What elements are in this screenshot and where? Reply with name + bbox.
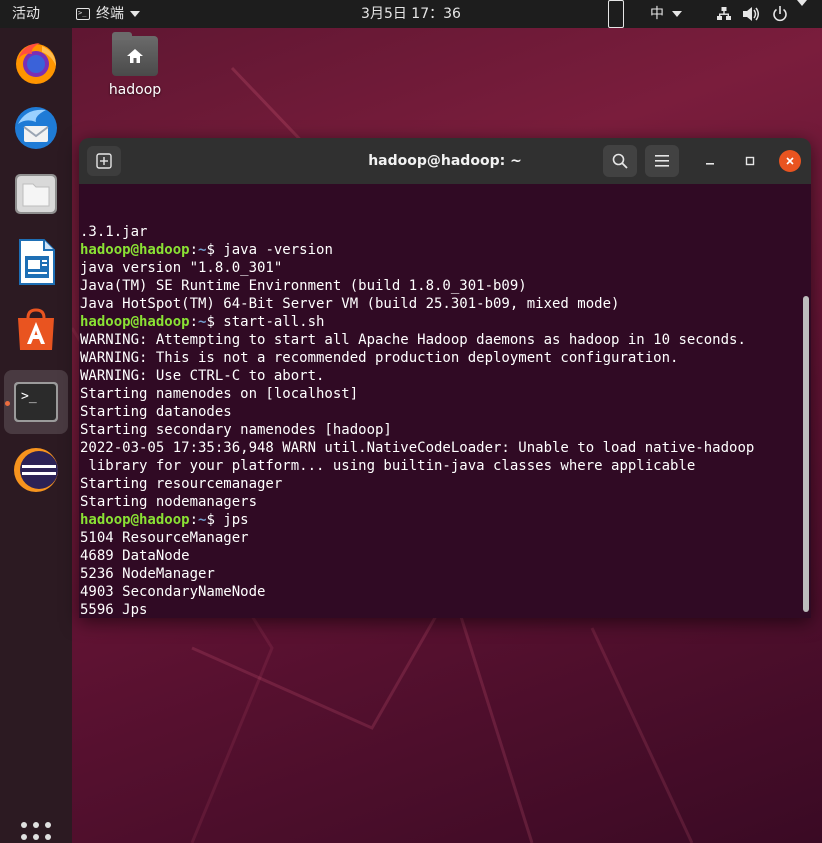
activities-button[interactable]: 活动 [12,0,40,28]
terminal-output[interactable]: .3.1.jar hadoop@hadoop:~$ java -version ja… [79,184,811,618]
terminal-output-line: Starting resourcemanager [80,476,283,492]
app-menu-button[interactable]: >_ 终端 [76,0,140,28]
home-folder-icon [112,32,158,76]
terminal-app-icon: >_ [76,8,90,20]
title-bar[interactable]: hadoop@hadoop: ~ [79,138,811,184]
network-icon[interactable] [716,0,732,28]
new-tab-button[interactable] [87,146,121,176]
dock-item-libreoffice-writer[interactable] [8,234,64,290]
desktop-home-folder[interactable]: hadoop [105,32,165,98]
close-button[interactable] [779,150,801,172]
prompt-user: hadoop@hadoop [80,242,190,258]
terminal-output-line: 4903 SecondaryNameNode [80,584,266,600]
terminal-command-line: hadoop@hadoop:~$ java -version [80,242,333,258]
app-menu-label: 终端 [96,6,124,22]
search-button[interactable] [603,145,637,177]
firefox-icon [16,43,56,84]
close-icon [786,157,794,165]
software-store-icon [18,308,54,350]
chevron-down-icon[interactable] [797,0,807,6]
terminal-output-line: Starting nodemanagers [80,494,258,510]
writer-document-icon [19,239,55,285]
show-applications-button[interactable] [20,821,52,843]
terminal-output-line: Starting datanodes [80,404,232,420]
command-text: $ start-all.sh [206,314,325,330]
terminal-output-line: 5236 NodeManager [80,566,215,582]
prompt-user: hadoop@hadoop [80,512,190,528]
dock-item-thunderbird[interactable] [8,100,64,156]
command-text: $ java -version [206,242,333,258]
minimize-icon [706,163,714,165]
volume-icon[interactable] [742,0,760,28]
terminal-output-line: 2022-03-05 17:35:36,948 WARN util.Native… [80,440,755,456]
top-bar: 活动 >_ 终端 3月5日 17：36 中 [0,0,822,28]
dock: >_ [0,28,72,843]
eclipse-icon [14,448,58,492]
terminal-output-line: .3.1.jar [80,224,148,240]
terminal-command-line: hadoop@hadoop:~$ start-all.sh [80,314,325,330]
terminal-command-line: hadoop@hadoop:~$ jps [80,512,249,528]
terminal-output-line: Starting secondary namenodes [hadoop] [80,422,392,438]
terminal-output-line: WARNING: Attempting to start all Apache … [80,332,746,348]
maximize-button[interactable] [739,150,761,172]
files-icon [15,174,57,214]
search-icon [612,153,628,169]
hamburger-menu-icon [655,155,669,167]
chevron-down-icon [672,11,682,17]
terminal-output-line: library for your platform... using built… [80,458,696,474]
terminal-output-line: WARNING: Use CTRL-C to abort. [80,368,325,384]
chevron-down-icon [130,11,140,17]
dock-item-eclipse[interactable] [8,442,64,498]
desktop-folder-label: hadoop [108,82,162,98]
maximize-icon [745,156,755,166]
terminal-output-line: Java(TM) SE Runtime Environment (build 1… [80,278,527,294]
terminal-window: hadoop@hadoop: ~ .3.1.jar hadoop@hadoop:~… [79,138,811,618]
new-tab-icon [96,153,112,169]
terminal-output-line: Java HotSpot(TM) 64-Bit Server VM (build… [80,296,620,312]
terminal-output-line: 5596 Jps [80,602,148,618]
hamburger-menu-button[interactable] [645,145,679,177]
command-text: $ jps [206,512,249,528]
terminal-output-line: Starting namenodes on [localhost] [80,386,359,402]
terminal-output-line: WARNING: This is not a recommended produ… [80,350,679,366]
dock-item-files[interactable] [8,166,64,222]
scrollbar[interactable] [803,296,809,612]
prompt-user: hadoop@hadoop [80,314,190,330]
terminal-output-line: 4689 DataNode [80,548,190,564]
dock-item-firefox[interactable] [8,34,64,90]
svg-text:>_: >_ [21,389,37,404]
input-method-label: 中 [650,6,664,22]
minimize-button[interactable] [699,150,721,172]
dock-item-terminal[interactable]: >_ [4,370,68,434]
terminal-lines: .3.1.jar hadoop@hadoop:~$ java -version ja… [80,223,811,618]
terminal-icon: >_ [14,382,58,422]
terminal-output-line: java version "1.8.0_301" [80,260,283,276]
power-icon[interactable] [772,0,788,28]
input-method-menu[interactable]: 中 [650,0,682,28]
dock-item-ubuntu-software[interactable] [8,302,64,358]
thunderbird-icon [15,107,57,149]
terminal-output-line: 5104 ResourceManager [80,530,249,546]
keyboard-icon[interactable] [608,0,624,28]
